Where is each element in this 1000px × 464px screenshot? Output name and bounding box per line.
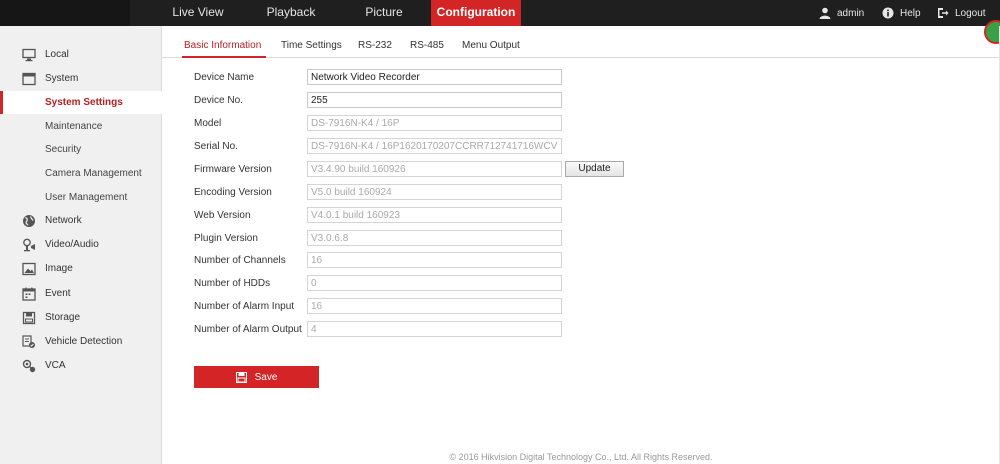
model-field (307, 115, 562, 131)
number-of-alarm-output-field (307, 321, 562, 337)
user-icon (819, 7, 831, 19)
sidebar-item-system-settings[interactable]: System Settings (0, 91, 162, 114)
plugin-version-field (307, 230, 562, 246)
sidebar-item-video-audio[interactable]: Video/Audio (0, 233, 162, 256)
sidebar-item-network[interactable]: Network (0, 209, 162, 232)
number-of-alarm-output-label: Number of Alarm Output (194, 324, 302, 335)
model-label: Model (194, 118, 222, 129)
help-link[interactable]: Help (882, 0, 921, 26)
save-icon (235, 371, 247, 383)
firmware-version-field (307, 161, 562, 177)
tab-basic-information[interactable]: Basic Information (184, 40, 261, 51)
nav-picture[interactable]: Picture (355, 0, 413, 26)
tab-rs-232[interactable]: RS-232 (358, 40, 392, 51)
sidebar-item-local[interactable]: Local (0, 43, 162, 66)
number-of-hdds-label: Number of HDDs (194, 278, 271, 289)
globe-icon (23, 214, 35, 227)
logout-link[interactable]: Logout (937, 0, 986, 26)
sidebar-item-label: Storage (45, 312, 81, 323)
logout-label: Logout (955, 7, 986, 19)
sidebar-item-label: Vehicle Detection (45, 336, 123, 347)
device-name-input[interactable] (307, 69, 562, 85)
calendar-icon (22, 287, 36, 301)
sidebar: Local System System Settings Maintenance… (0, 26, 162, 464)
number-of-hdds-field (307, 275, 562, 291)
monitor-icon (22, 48, 36, 61)
update-button[interactable]: Update (565, 161, 624, 177)
device-name-label: Device Name (194, 72, 255, 83)
system-icon (22, 72, 36, 85)
username-label: admin (837, 7, 865, 19)
sidebar-item-label: VCA (45, 360, 66, 371)
sidebar-item-camera-management[interactable]: Camera Management (0, 162, 162, 185)
sidebar-item-label: Event (45, 288, 71, 299)
image-icon (22, 262, 36, 275)
sidebar-item-label: Image (45, 263, 73, 274)
storage-icon (22, 311, 36, 324)
help-label: Help (900, 7, 921, 19)
number-of-channels-field (307, 252, 562, 268)
active-tab-indicator (182, 56, 266, 58)
sidebar-item-user-management[interactable]: User Management (0, 186, 162, 209)
vca-icon (22, 359, 36, 372)
tab-time-settings[interactable]: Time Settings (281, 40, 342, 51)
plugin-version-label: Plugin Version (194, 233, 258, 244)
serial-no-label: Serial No. (194, 141, 238, 152)
sidebar-item-security[interactable]: Security (0, 138, 162, 161)
sidebar-item-label: Video/Audio (45, 239, 99, 250)
sidebar-item-vehicle-detection[interactable]: Vehicle Detection (0, 330, 162, 353)
sidebar-item-maintenance[interactable]: Maintenance (0, 115, 162, 138)
save-label: Save (254, 371, 278, 383)
sidebar-item-event[interactable]: Event (0, 282, 162, 305)
help-icon (882, 7, 894, 19)
logout-icon (938, 8, 949, 18)
encoding-version-label: Encoding Version (194, 187, 272, 198)
tab-bar: Basic Information Time Settings RS-232 R… (162, 38, 1000, 58)
device-no-input[interactable] (307, 92, 562, 108)
vehicle-icon (22, 334, 35, 348)
nav-configuration[interactable]: Configuration (431, 0, 521, 26)
video-audio-icon (23, 238, 35, 251)
number-of-alarm-input-field (307, 298, 562, 314)
top-navigation-bar: Live View Playback Picture Configuration… (0, 0, 1000, 26)
sidebar-item-system[interactable]: System (0, 67, 162, 90)
web-version-field (307, 207, 562, 223)
device-no-label: Device No. (194, 95, 243, 106)
logo-area (0, 0, 130, 26)
tab-rs-485[interactable]: RS-485 (410, 40, 444, 51)
nav-playback[interactable]: Playback (258, 0, 324, 26)
web-version-label: Web Version (194, 210, 251, 221)
serial-no-field (307, 138, 562, 154)
sidebar-item-label: Local (45, 49, 69, 60)
encoding-version-field (307, 184, 562, 200)
nav-live-view[interactable]: Live View (164, 0, 232, 26)
tab-menu-output[interactable]: Menu Output (462, 40, 520, 51)
footer-copyright: © 2016 Hikvision Digital Technology Co.,… (449, 452, 713, 462)
firmware-version-label: Firmware Version (194, 164, 272, 175)
sidebar-item-image[interactable]: Image (0, 257, 162, 280)
sidebar-item-label: Network (45, 215, 82, 226)
save-button[interactable]: Save (194, 366, 319, 388)
user-menu[interactable]: admin (819, 0, 864, 26)
number-of-channels-label: Number of Channels (194, 255, 286, 266)
number-of-alarm-input-label: Number of Alarm Input (194, 301, 295, 312)
sidebar-item-storage[interactable]: Storage (0, 306, 162, 329)
sidebar-item-label: System (45, 73, 79, 84)
sidebar-item-vca[interactable]: VCA (0, 354, 162, 377)
